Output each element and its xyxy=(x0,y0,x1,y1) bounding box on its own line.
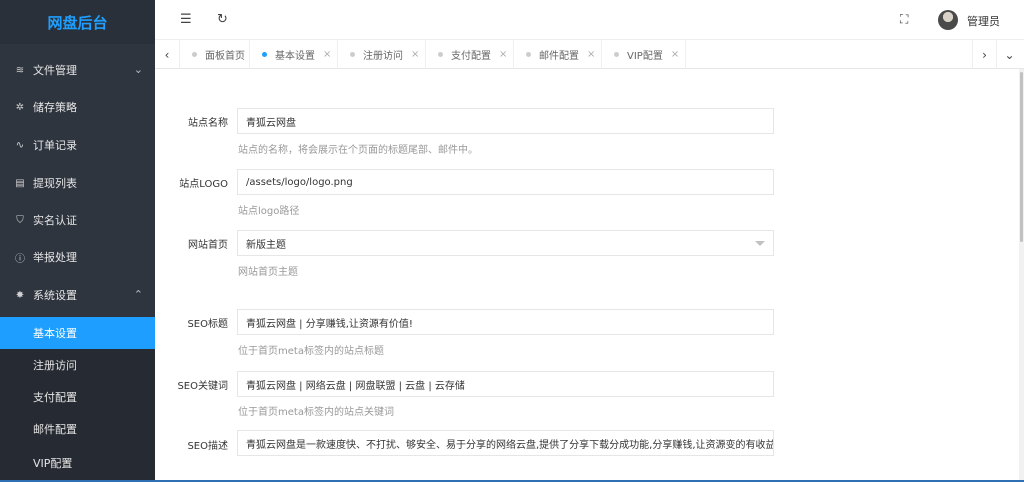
sidebar-subitem-register-access[interactable]: 注册访问 xyxy=(0,349,155,381)
close-icon[interactable]: × xyxy=(671,49,679,60)
seo-title-input[interactable]: 青狐云网盘 | 分享赚钱,让资源有价值! xyxy=(237,309,774,335)
tab-label: 邮件配置 xyxy=(539,51,579,62)
chevron-down-icon: ⌄ xyxy=(133,63,143,76)
homepage-label: 网站首页 xyxy=(188,240,228,251)
tab-dot xyxy=(438,52,443,57)
sidebar-item-label: 实名认证 xyxy=(33,214,77,227)
refresh-icon[interactable]: ↻ xyxy=(217,12,228,27)
sidebar-item-system-settings[interactable]: ✸ 系统设置 ⌃ xyxy=(0,277,155,313)
site-logo-label: 站点LOGO xyxy=(179,179,228,190)
sidebar-item-storage[interactable]: ✲ 储存策略 xyxy=(0,89,155,125)
tab-dot xyxy=(350,52,355,57)
sidebar-subitem-mail[interactable]: 邮件配置 xyxy=(0,413,155,445)
sidebar-item-label: 储存策略 xyxy=(33,101,77,114)
tab-register-access[interactable]: 注册访问 × xyxy=(338,40,426,69)
storage-policy-icon: ✲ xyxy=(15,101,25,113)
tab-more-icon[interactable]: ⌄ xyxy=(997,40,1022,69)
close-icon[interactable]: × xyxy=(411,49,419,60)
close-icon[interactable]: × xyxy=(587,49,595,60)
sidebar-item-label: 订单记录 xyxy=(33,139,77,152)
sidebar-item-reports[interactable]: ⓘ 举报处理 xyxy=(0,239,155,275)
sidebar-item-orders[interactable]: ∿ 订单记录 xyxy=(0,127,155,163)
close-icon[interactable]: × xyxy=(323,49,331,60)
avatar[interactable] xyxy=(938,10,958,30)
menu-fold-icon[interactable]: ☰ xyxy=(180,12,192,27)
seo-title-help: 位于首页meta标签内的站点标题 xyxy=(238,346,384,357)
chevron-up-icon: ⌃ xyxy=(133,288,143,301)
tab-dot xyxy=(614,52,619,57)
tab-prev-icon[interactable]: ‹ xyxy=(155,40,180,69)
tab-label: VIP配置 xyxy=(627,51,663,62)
logo[interactable]: 网盘后台 xyxy=(0,0,155,44)
list-icon: ▤ xyxy=(15,177,25,189)
sidebar-item-label: 文件管理 xyxy=(33,64,77,77)
pulse-icon: ∿ xyxy=(15,139,25,151)
tab-label: 支付配置 xyxy=(451,51,491,62)
tab-dot xyxy=(262,52,267,57)
shield-icon: ⛉ xyxy=(16,214,24,226)
homepage-select[interactable]: 新版主题 xyxy=(237,230,774,256)
fullscreen-icon[interactable]: ⛶ xyxy=(900,12,908,27)
tab-dot xyxy=(192,52,197,57)
seo-title-label: SEO标题 xyxy=(187,319,228,330)
gear-icon: ✸ xyxy=(15,289,25,301)
tab-label: 面板首页 xyxy=(205,51,245,62)
sidebar-item-label: 系统设置 xyxy=(33,289,77,302)
seo-description-input[interactable]: 青狐云网盘是一款速度快、不打扰、够安全、易于分享的网络云盘,提供了分享下载分成功… xyxy=(237,430,774,456)
seo-keywords-input[interactable]: 青狐云网盘 | 网络云盘 | 网盘联盟 | 云盘 | 云存储 xyxy=(237,371,774,397)
tab-next-icon[interactable]: › xyxy=(972,40,997,69)
tab-payment[interactable]: 支付配置 × xyxy=(426,40,514,69)
sidebar-item-verification[interactable]: ⛉ 实名认证 xyxy=(0,202,155,238)
site-logo-help: 站点logo路径 xyxy=(238,206,300,217)
sidebar-item-files[interactable]: ≋ 文件管理 ⌄ xyxy=(0,52,155,88)
close-icon[interactable]: × xyxy=(499,49,507,60)
sidebar-subitem-vip[interactable]: VIP配置 xyxy=(0,445,155,480)
tab-dashboard[interactable]: 面板首页 xyxy=(180,40,250,69)
tab-mail[interactable]: 邮件配置 × xyxy=(514,40,602,69)
tab-vip[interactable]: VIP配置 × xyxy=(602,40,686,69)
admin-name[interactable]: 管理员 xyxy=(967,13,1000,29)
seo-keywords-label: SEO关键词 xyxy=(177,381,228,392)
sidebar-item-label: 提现列表 xyxy=(33,177,77,190)
tab-label: 基本设置 xyxy=(275,51,315,62)
site-name-input[interactable]: 青狐云网盘 xyxy=(237,108,774,134)
seo-description-label: SEO描述 xyxy=(187,441,228,452)
tab-label: 注册访问 xyxy=(363,51,403,62)
caret-down-icon xyxy=(755,241,765,246)
seo-keywords-help: 位于首页meta标签内的站点关键词 xyxy=(238,407,394,418)
sidebar-subitem-payment[interactable]: 支付配置 xyxy=(0,381,155,413)
topbar: ☰ ↻ ⛶ 管理员 xyxy=(155,0,1024,40)
tab-basic-settings[interactable]: 基本设置 × xyxy=(250,40,338,69)
homepage-help: 网站首页主题 xyxy=(238,267,298,278)
scrollbar-thumb[interactable] xyxy=(1020,72,1023,242)
site-name-help: 站点的名称，将会展示在个页面的标题尾部、邮件中。 xyxy=(238,145,478,156)
homepage-select-value: 新版主题 xyxy=(246,239,286,251)
site-name-label: 站点名称 xyxy=(188,118,228,129)
sidebar-item-withdrawals[interactable]: ▤ 提现列表 xyxy=(0,165,155,201)
site-logo-input[interactable]: /assets/logo/logo.png xyxy=(237,169,774,195)
layers-icon: ≋ xyxy=(15,64,25,76)
sidebar-item-label: 举报处理 xyxy=(33,251,77,264)
sidebar-subitem-basic-settings[interactable]: 基本设置 xyxy=(0,317,155,349)
tab-dot xyxy=(526,52,531,57)
info-icon: ⓘ xyxy=(15,253,25,265)
tab-bar: ‹ 面板首页 基本设置 × 注册访问 × 支付配置 × 邮件配置 × VIP配置… xyxy=(155,40,1024,69)
